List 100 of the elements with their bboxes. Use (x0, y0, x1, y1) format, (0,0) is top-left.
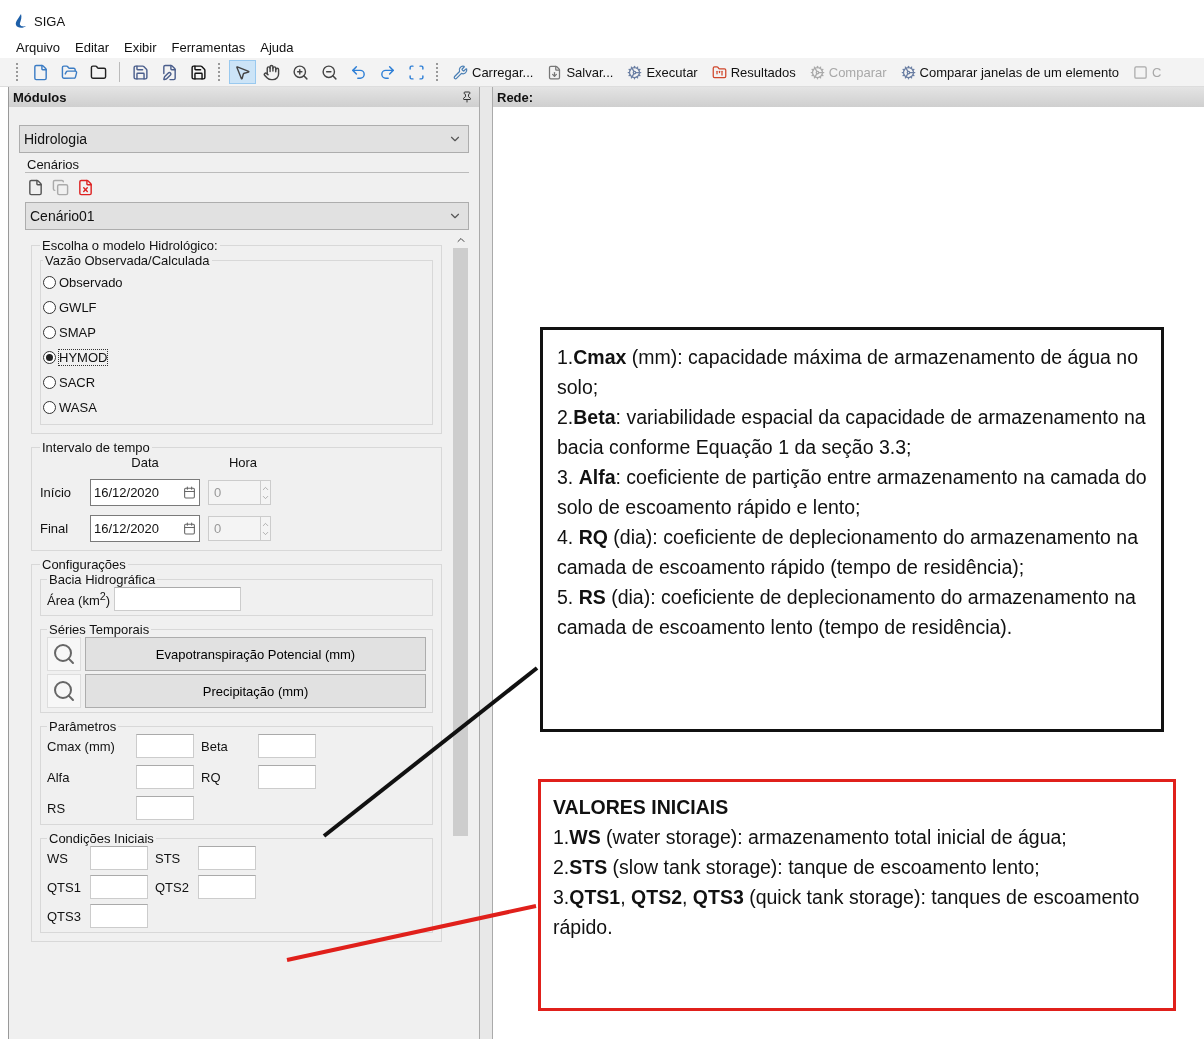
window-title: SIGA (34, 13, 66, 29)
input-field[interactable] (90, 875, 148, 899)
field-label: RS (47, 800, 67, 816)
input-field[interactable] (136, 796, 194, 820)
copy-icon[interactable] (52, 179, 69, 196)
panel-title: Rede: (497, 89, 534, 105)
series-button[interactable]: Precipitação (mm) (85, 674, 426, 708)
input-field[interactable] (198, 875, 256, 899)
note-text: 1.Cmax (mm): capacidade máxima de armazenamento de água no solo; (557, 345, 1139, 400)
fit-view-icon (408, 63, 425, 81)
pin-icon[interactable] (461, 91, 473, 103)
note-text: 3. Alfa: coeficiente de partição entre armazenamento na camada do solo de escoamento rápido e lento; (557, 465, 1147, 520)
search-button[interactable] (47, 637, 81, 671)
gear-icon (900, 64, 916, 80)
group-title: Bacia Hidrográfica (48, 572, 157, 587)
spin-arrows-icon (260, 481, 270, 504)
radio-option[interactable]: HYMOD (43, 345, 426, 370)
magnifier-icon (52, 679, 76, 703)
radio-option[interactable]: SMAP (43, 320, 426, 345)
series-button[interactable]: Evapotranspiração Potencial (mm) (85, 637, 426, 671)
toolbar-button[interactable]: Carregar... (447, 60, 540, 84)
radio-option[interactable]: Observado (43, 270, 426, 295)
note-title: VALORES INICIAIS (553, 795, 730, 820)
scroll-thumb[interactable] (453, 248, 468, 836)
input-field[interactable] (136, 734, 194, 758)
group-title: Intervalo de tempo (41, 440, 151, 455)
input-field[interactable] (258, 734, 316, 758)
field-label: WS (47, 850, 69, 866)
field-label: Cmax (mm) (47, 738, 116, 754)
input-field[interactable] (258, 765, 316, 789)
menu-item[interactable]: Arquivo (16, 39, 61, 55)
search-button[interactable] (47, 674, 81, 708)
calendar-icon (183, 522, 196, 535)
group-title: Condições Iniciais (48, 831, 155, 846)
scenario-dropdown[interactable]: Cenário01 (25, 202, 469, 230)
field-label: Beta (201, 738, 229, 754)
field-label: Início (40, 485, 73, 500)
folder-icon (90, 63, 107, 81)
radio-option[interactable]: SACR (43, 370, 426, 395)
tools-icon (453, 64, 468, 80)
zoom-out-icon (321, 63, 338, 81)
input-field[interactable] (136, 765, 194, 789)
note-text: 4. RQ (dia): coeficiente de deplecionamento do armazenamento na camada de escoamento rápido (tempo de residência); (557, 525, 1140, 580)
menu-item[interactable]: Exibir (124, 39, 157, 55)
edit-file-icon (161, 63, 178, 81)
input-field[interactable] (90, 904, 148, 928)
hand-icon (263, 63, 280, 81)
panel-splitter[interactable] (479, 87, 493, 1039)
radio-option[interactable]: WASA (43, 395, 426, 420)
save-icon (132, 63, 149, 81)
toolbar-button[interactable]: Salvar... (541, 60, 620, 84)
note-text: 1.WS (water storage): armazenamento total inicial de água; (553, 825, 1068, 850)
panel-title: Módulos (13, 89, 67, 105)
document-icon (547, 64, 563, 80)
open-folder-icon (61, 63, 78, 81)
arrow-right-icon (379, 63, 396, 81)
menu-item[interactable]: Editar (75, 39, 110, 55)
gear-icon (627, 64, 643, 80)
date-field[interactable]: 16/12/2020 (90, 479, 200, 506)
new-file-icon[interactable] (27, 179, 44, 196)
date-field[interactable]: 16/12/2020 (90, 515, 200, 542)
input-field[interactable] (114, 587, 242, 611)
arrow-left-icon (350, 63, 367, 81)
field-label: QTS1 (47, 879, 82, 895)
radio-option[interactable]: GWLF (43, 295, 426, 320)
group-title: Parâmetros (48, 719, 118, 734)
column-header: Hora (227, 455, 259, 470)
save-icon (190, 63, 207, 81)
field-label: Alfa (47, 769, 71, 785)
group-title: Cenários (26, 157, 81, 172)
pointer-button[interactable] (229, 60, 256, 84)
app-logo-icon (14, 13, 28, 29)
window-icon (1133, 64, 1148, 80)
toolbar-button[interactable]: Comparar janelas de um elemento (894, 60, 1125, 84)
group-title: Vazão Observada/Calculada (44, 253, 211, 268)
menu-item[interactable]: Ferramentas (171, 39, 246, 55)
new-file-icon (32, 63, 49, 81)
input-field[interactable] (198, 846, 256, 870)
toolbar-button[interactable]: Executar (621, 60, 704, 84)
calendar-icon (183, 486, 196, 499)
toolbar-button[interactable]: Resultados (705, 60, 802, 84)
field-label: Área (km$^{2}$) (47, 589, 111, 609)
field-label: RQ (201, 769, 222, 785)
field-label: QTS2 (155, 879, 190, 895)
input-field[interactable] (90, 846, 148, 870)
pointer-icon (234, 63, 251, 81)
note-text: 3.QTS1, QTS2, QTS3 (quick tank storage): tanques de escoamento rápido. (553, 885, 1141, 940)
module-dropdown[interactable]: Hidrologia (19, 125, 469, 153)
note-text: 5. RS (dia): coeficiente de deplecionamento do armazenamento na camada de escoamento lento (tempo de residência). (557, 585, 1137, 640)
menu-item[interactable]: Ajuda (260, 39, 294, 55)
field-label: Final (40, 521, 70, 536)
group-title: Configurações (41, 557, 127, 572)
field-label: QTS3 (47, 908, 82, 924)
delete-file-icon[interactable] (77, 179, 94, 196)
note-text: 2.STS (slow tank storage): tanque de escoamento lento; (553, 855, 1041, 880)
group-title: Escolha o modelo Hidrológico: (41, 238, 219, 253)
magnifier-icon (52, 642, 76, 666)
gear-icon (809, 64, 825, 80)
group-title: Séries Temporais (48, 622, 151, 637)
field-label: STS (155, 850, 182, 866)
